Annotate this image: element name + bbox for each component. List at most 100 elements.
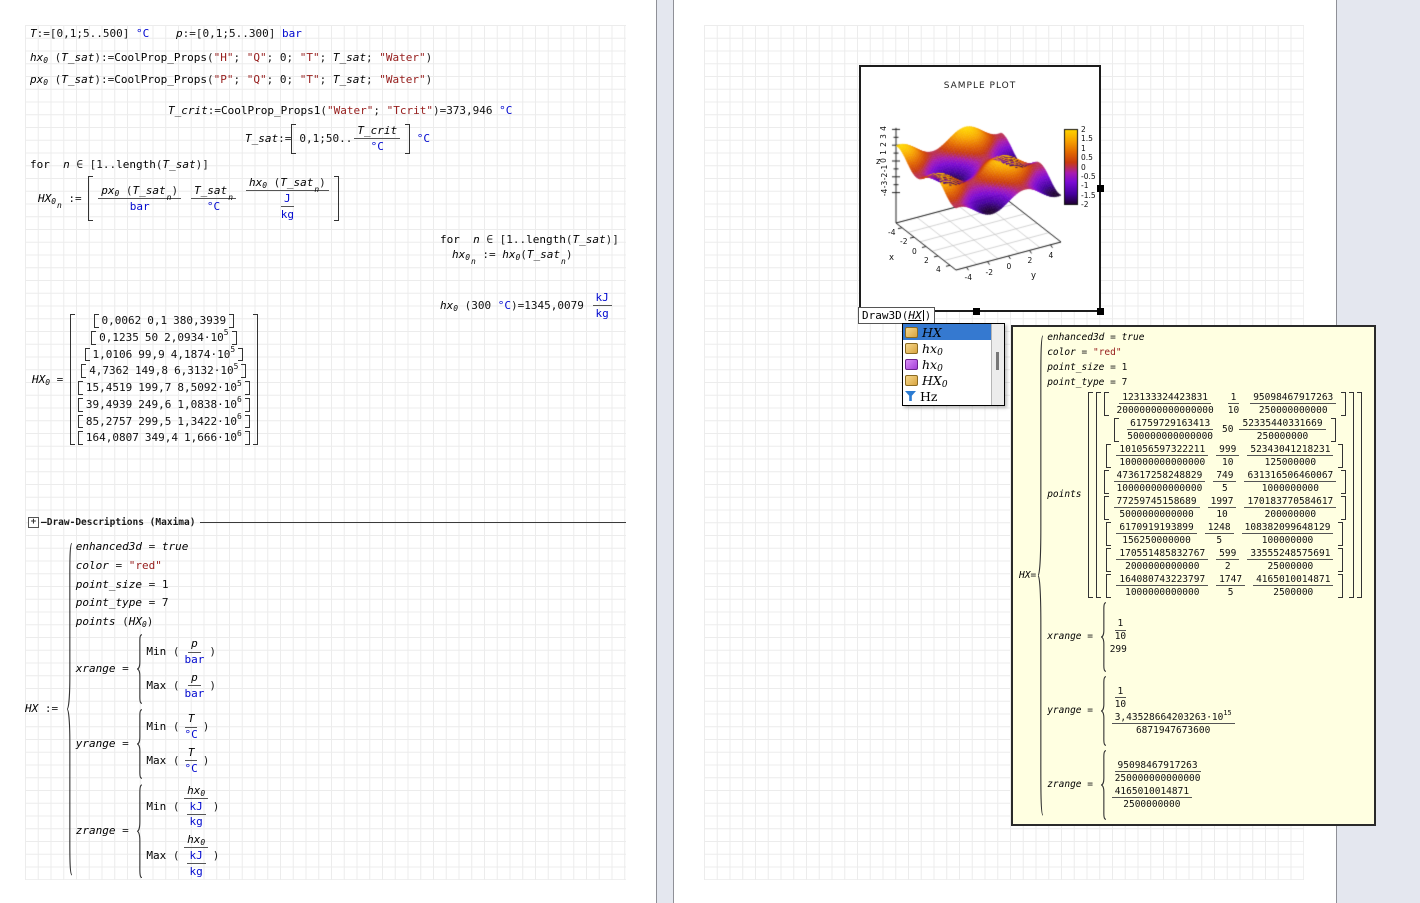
math-token: 4165010014871 [1253, 574, 1333, 587]
math-token: 2500000000 [1120, 798, 1183, 810]
math-token: hx [30, 51, 43, 65]
left-bracket [1106, 574, 1111, 598]
math-token: kg [596, 307, 609, 321]
math-token: 0 [115, 189, 120, 198]
math-row: point_size = 1 [1047, 362, 1127, 373]
formula-for-loop-2[interactable]: for n ∈ [1..length(T_sat)] [440, 233, 619, 247]
superscript: 6 [237, 395, 242, 405]
math-token: 99,9 [138, 348, 165, 362]
fraction: 95098467917263250000000000000 [1112, 760, 1204, 784]
math-token: hx0 [184, 784, 208, 799]
formula-px0-def[interactable]: px0 (T_sat):=CoolProp_Props("P"; "Q"; 0;… [30, 73, 432, 87]
math-token: 8,5092·10 [177, 381, 237, 395]
colorbar-tick: 0.5 [1081, 153, 1093, 162]
math-token: 0,1 [147, 314, 167, 328]
math-token: T_crit [357, 124, 397, 138]
math-token: bar [127, 199, 153, 213]
plot-region[interactable]: SAMPLE PLOT -4-2024-4-202443210-1-2-3-42… [859, 65, 1101, 312]
math-token: color [1047, 347, 1076, 358]
draw3d-expression[interactable]: Draw3D(HX) [858, 307, 935, 324]
math-token: 1 [506, 233, 513, 247]
resize-handle-corner[interactable] [1097, 308, 1104, 315]
formula-hx0-def[interactable]: hx0 (T_sat):=CoolProp_Props("H"; "Q"; 0;… [30, 51, 432, 65]
formula-HX0-result[interactable]: HX0 = 0,00620,1380,39390,1235502,0934·10… [32, 314, 258, 445]
formula-p-def[interactable]: p:=[0,1;5..300] bar [176, 27, 302, 41]
math-token: n [473, 233, 480, 247]
math-token: 149,8 [135, 364, 168, 378]
formula-hx0-eval[interactable]: hx0 (300 °C)=1345,0079 kJkg [440, 291, 614, 321]
autocomplete-item-hx0[interactable]: hx0 [903, 356, 992, 372]
math-token: 2000000000000 [1125, 561, 1199, 572]
math-token: 170183770584617 [1244, 496, 1336, 509]
math-token: ( [166, 849, 179, 863]
math-rows: Min (T°C)Max (T°C) [146, 712, 209, 775]
math-token: 7 [162, 596, 169, 610]
autocomplete-item-hz[interactable]: Hz [903, 388, 992, 404]
math-token: 1 [1231, 392, 1237, 403]
math-row: 1,010699,94,1874·105 [85, 348, 244, 362]
math-token: [ [196, 27, 203, 41]
math-token: Min [146, 645, 166, 659]
hx-value-tooltip: HX = enhanced3d = truecolor = "red"point… [1011, 325, 1376, 826]
math-token: 250000000000000 [1115, 773, 1201, 784]
fraction: 12485 [1205, 522, 1234, 546]
resize-handle-right[interactable] [1097, 185, 1104, 192]
math-token: 500000000000000 [1127, 431, 1213, 442]
formula-Tcrit-def[interactable]: T_crit:=CoolProp_Props1("Water"; "Tcrit"… [168, 104, 512, 118]
math-token: 1345,0079 [524, 299, 590, 313]
math-token: = [109, 559, 129, 573]
subscript: 0 [453, 304, 458, 314]
math-token: p [191, 671, 198, 685]
math-token: 100000000000000 [1119, 457, 1205, 468]
resize-handle-bottom[interactable] [973, 308, 980, 315]
math-token: 0 [465, 253, 470, 262]
math-token: = [116, 824, 136, 838]
math-token: 5 [1225, 586, 1237, 598]
math-token: 5000000000000 [1116, 508, 1196, 520]
math-row: 0,1235502,0934·105 [91, 331, 236, 345]
plot-title: SAMPLE PLOT [861, 81, 1099, 91]
math-token: = [1076, 347, 1093, 358]
math-token: 100000000 [1262, 535, 1313, 546]
math-token: ( [166, 754, 179, 768]
math-token: ( [48, 73, 61, 87]
math-token: T_sat [194, 184, 227, 198]
math-token: 0,1;5..500 [57, 27, 123, 41]
math-token: 0 [142, 620, 147, 629]
math-token: 50 [145, 331, 158, 345]
formula-HX0-assign[interactable]: HX0n := px0 (T_satn)barT_satn°Chx0 (T_sa… [38, 176, 339, 221]
autocomplete-scrollbar[interactable] [991, 324, 1004, 405]
right-bracket [1338, 548, 1343, 572]
collapse-toggle-icon[interactable]: + [28, 517, 39, 528]
formula-for-loop-1[interactable]: for n ∈ [1..length(T_sat)] [30, 158, 209, 172]
math-token: p [176, 27, 183, 41]
autocomplete-item-hx[interactable]: HX [903, 324, 992, 340]
math-row: 299 [1110, 644, 1127, 655]
math-token: 1000000000000 [1125, 587, 1199, 598]
right-bracket [245, 381, 250, 395]
math-token: kJ [190, 849, 203, 863]
formula-Tsat-def[interactable]: T_sat:=0,1;50..T_crit°C °C [245, 124, 430, 154]
math-token: := [278, 132, 291, 146]
math-token: °C [136, 27, 149, 41]
formula-HX-def[interactable]: HX := enhanced3d = truecolor = "red"poin… [25, 540, 219, 878]
math-row: 85,2757299,51,3422·106 [78, 415, 250, 429]
colorbar-tick: -1 [1081, 181, 1088, 190]
autocomplete-item-hx0[interactable]: HX0 [903, 372, 992, 388]
fraction: 3,43528664203263·10156871947673600 [1112, 712, 1235, 736]
math-row: enhanced3d = true [1047, 332, 1144, 343]
math-row: 0,00620,1380,3939 [94, 314, 235, 328]
formula-hx0n-assign[interactable]: hx0n := hx0(T_satn) [452, 248, 572, 262]
plot-y-tick: -2 [986, 268, 993, 277]
left-bracket [1104, 496, 1109, 520]
math-token: 473617258248829 [1117, 470, 1203, 481]
formula-T-def[interactable]: T:=[0,1;5..500] °C [30, 27, 149, 41]
math-token: 170183770584617 [1247, 496, 1333, 507]
autocomplete-item-hx0[interactable]: hx0 [903, 340, 992, 356]
math-token: 125000000 [1262, 456, 1319, 468]
plot-y-tick: 0 [1007, 262, 1012, 271]
scrollbar-thumb[interactable] [996, 352, 999, 370]
math-token: 100000000000000 [1114, 482, 1206, 494]
math-token: °C [182, 761, 201, 775]
fraction: hx0 (T_satn)Jkg [246, 176, 329, 221]
